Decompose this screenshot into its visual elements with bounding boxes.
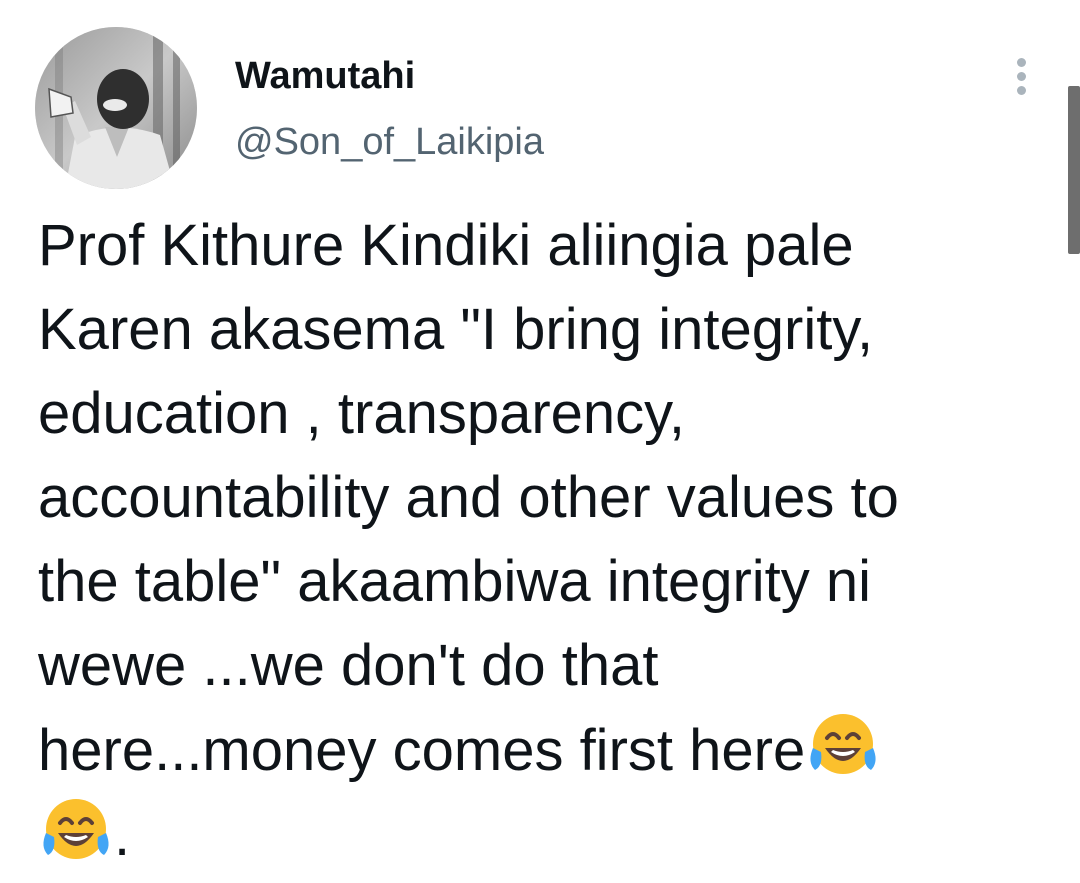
more-vertical-icon-dot bbox=[1016, 71, 1026, 81]
tweet-text-period: . bbox=[114, 803, 131, 868]
tweet-text-line-with-emoji: here...money comes first here bbox=[38, 708, 1063, 793]
tweet-text-line: accountability and other values to bbox=[38, 465, 899, 530]
tweet-text: Prof Kithure Kindiki aliingia pale Karen… bbox=[38, 204, 1063, 878]
more-options-button[interactable] bbox=[1004, 52, 1038, 100]
tweet-text-line: Prof Kithure Kindiki aliingia pale bbox=[38, 213, 854, 278]
tweet-card: Wamutahi @Son_of_Laikipia Prof Kithure K… bbox=[0, 0, 1080, 883]
author-name[interactable]: Wamutahi bbox=[235, 54, 415, 98]
tweet-text-line: wewe ...we don't do that bbox=[38, 633, 659, 698]
tweet-text-line: education , transparency, bbox=[38, 381, 685, 446]
tweet-text-line-with-emoji: . bbox=[38, 793, 1063, 878]
tweet-text-segment: here...money comes first here bbox=[38, 718, 806, 783]
author-handle[interactable]: @Son_of_Laikipia bbox=[235, 120, 544, 164]
avatar-photo bbox=[35, 27, 197, 189]
more-vertical-icon-dot bbox=[1016, 85, 1026, 95]
author-avatar[interactable] bbox=[35, 27, 197, 189]
tears-of-joy-emoji-icon bbox=[805, 708, 881, 784]
tears-of-joy-emoji-icon bbox=[38, 793, 114, 869]
tweet-text-line: Karen akasema "I bring integrity, bbox=[38, 297, 874, 362]
scrollbar-thumb[interactable] bbox=[1068, 86, 1080, 254]
tweet-text-line: the table" akaambiwa integrity ni bbox=[38, 549, 872, 614]
more-vertical-icon-dot bbox=[1016, 57, 1026, 67]
